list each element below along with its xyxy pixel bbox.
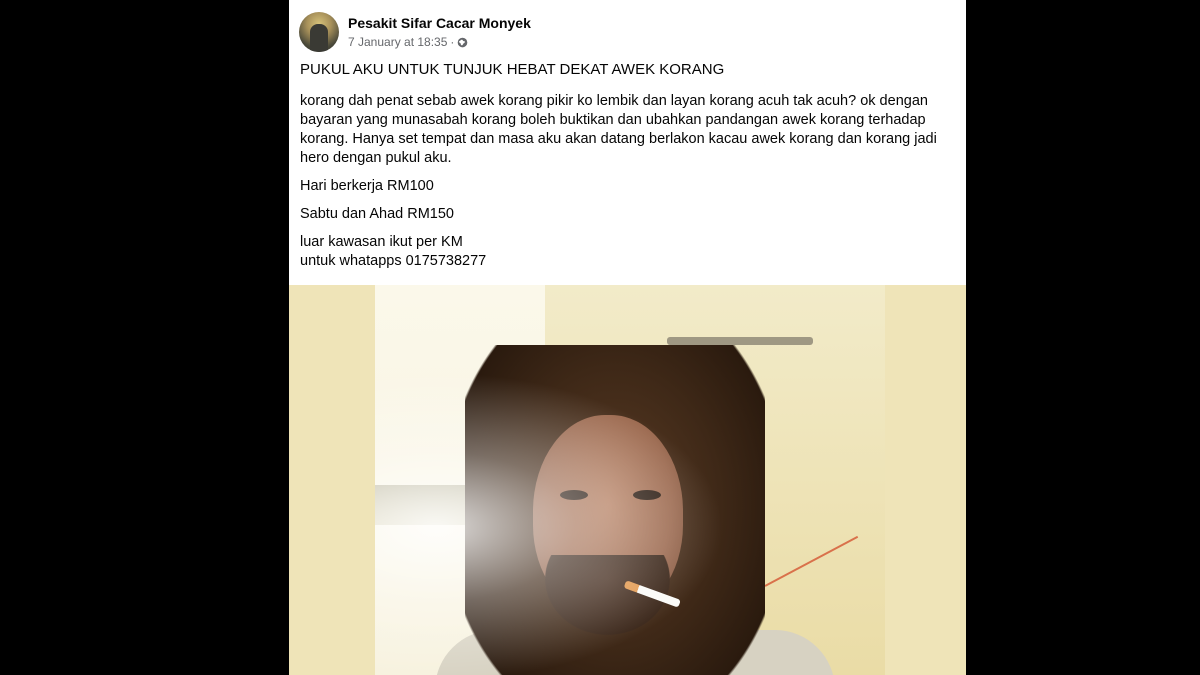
post-title: PUKUL AKU UNTUK TUNJUK HEBAT DEKAT AWEK … [300,61,725,78]
price-weekday: Hari berkerja RM100 [300,178,434,194]
outside-area-note: luar kawasan ikut per KM [300,234,463,250]
photo-light-glare [375,285,885,675]
post-meta: Pesakit Sifar Cacar Monyek 7 January at … [348,14,531,50]
facebook-post: Pesakit Sifar Cacar Monyek 7 January at … [289,0,966,675]
globe-icon [458,37,468,47]
contact-info: untuk whatapps 0175738277 [300,253,487,269]
post-photo[interactable] [289,285,966,675]
post-header: Pesakit Sifar Cacar Monyek 7 January at … [299,10,531,54]
post-body: korang dah penat sebab awek korang pikir… [300,93,937,166]
author-name[interactable]: Pesakit Sifar Cacar Monyek [348,14,531,32]
post-timestamp[interactable]: 7 January at 18:35 [348,34,447,50]
post-text: PUKUL AKU UNTUK TUNJUK HEBAT DEKAT AWEK … [300,60,956,271]
price-weekend: Sabtu dan Ahad RM150 [300,206,454,222]
separator-dot: · [450,35,455,49]
author-avatar[interactable] [299,12,339,52]
photo-frame [375,285,885,675]
post-footer-lines: luar kawasan ikut per KM untuk whatapps … [300,233,956,271]
post-subline: 7 January at 18:35 · [348,34,531,50]
